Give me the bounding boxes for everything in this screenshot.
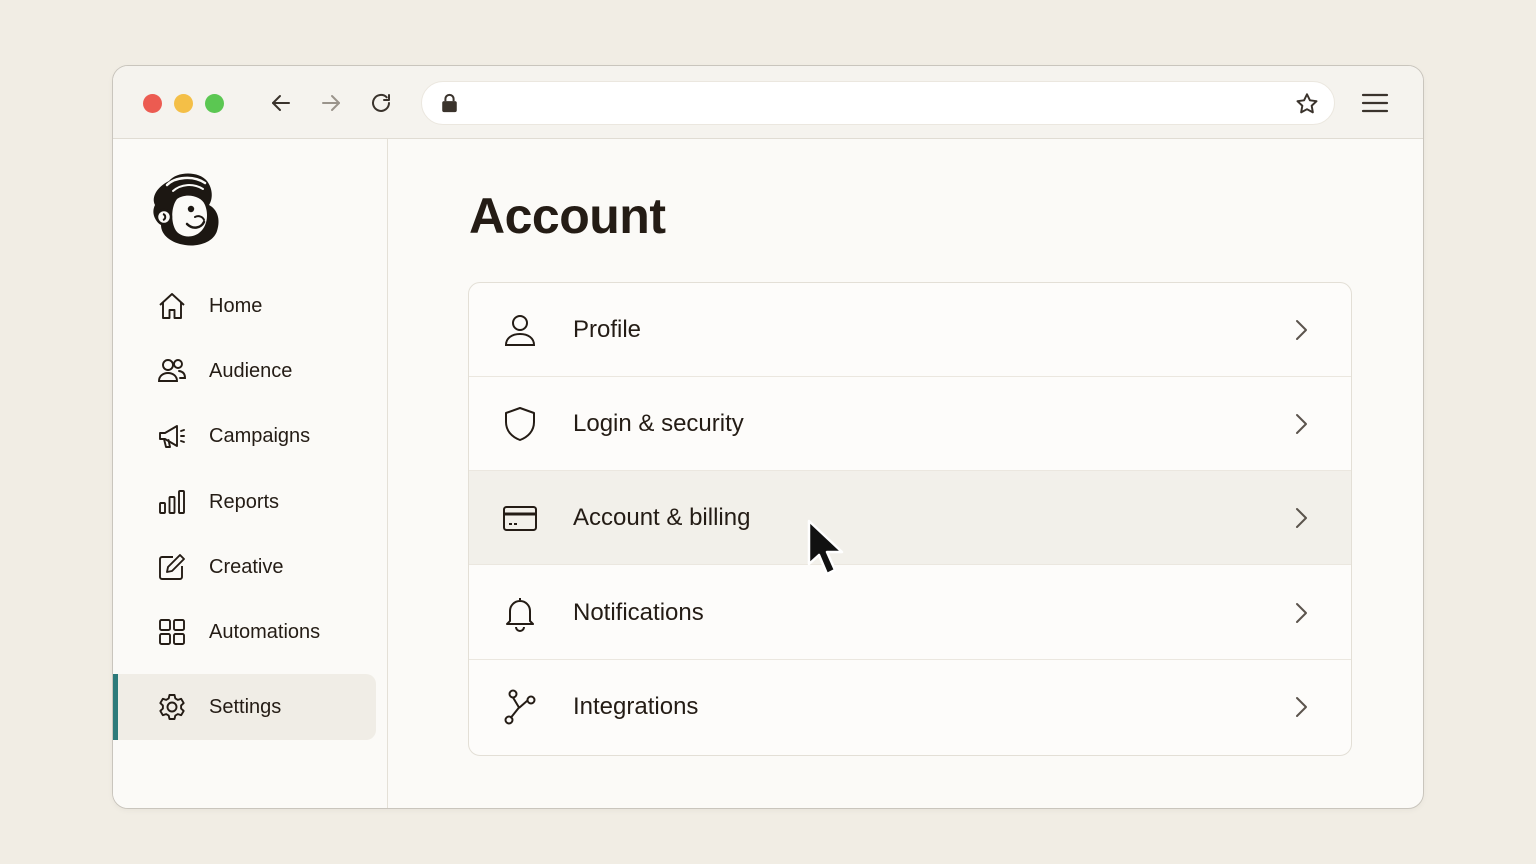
chevron-right-icon [1296, 697, 1307, 717]
shield-icon [505, 406, 535, 441]
main-content: Account Profile Login & security Account… [389, 139, 1423, 808]
sidebar-item-settings[interactable]: Settings [113, 674, 376, 740]
row-label: Integrations [573, 693, 699, 720]
row-label: Login & security [573, 409, 744, 437]
url-input[interactable] [472, 82, 1272, 124]
row-label: Account & billing [573, 503, 751, 531]
chevron-right-icon [1296, 319, 1307, 340]
home-icon [159, 293, 185, 319]
row-notifications[interactable]: Notifications [469, 566, 1351, 660]
integrations-icon [504, 689, 536, 725]
credit-card-icon [503, 505, 537, 531]
hamburger-icon[interactable] [1361, 90, 1389, 116]
back-icon [272, 95, 290, 111]
row-integrations[interactable]: Integrations [469, 660, 1351, 754]
account-settings-list: Profile Login & security Account & billi… [468, 282, 1352, 756]
sidebar-item-audience[interactable]: Audience [113, 344, 376, 398]
row-label: Notifications [573, 598, 704, 626]
forward-button[interactable] [317, 89, 345, 117]
reload-icon [372, 93, 390, 112]
bar-chart-icon [159, 490, 185, 514]
sidebar-item-automations[interactable]: Automations [113, 605, 376, 659]
sidebar-item-creative[interactable]: Creative [113, 540, 376, 594]
lock-icon [442, 93, 457, 113]
edit-icon [159, 554, 185, 580]
minimize-window-button[interactable] [174, 94, 193, 113]
sidebar-item-label: Home [209, 294, 263, 317]
gear-icon [159, 694, 185, 720]
row-account-billing[interactable]: Account & billing [469, 471, 1351, 565]
sidebar: Home Audience Campaigns Reports Creative… [113, 139, 388, 808]
browser-toolbar [113, 66, 1423, 139]
star-icon[interactable] [1294, 91, 1320, 117]
back-button[interactable] [267, 89, 295, 117]
row-label: Profile [573, 315, 642, 343]
address-bar[interactable] [421, 81, 1335, 125]
chevron-right-icon [1296, 507, 1307, 528]
audience-icon [158, 359, 186, 382]
chevron-right-icon [1296, 602, 1307, 623]
sidebar-item-label: Campaigns [209, 424, 311, 447]
chevron-right-icon [1296, 413, 1307, 434]
forward-icon [322, 95, 340, 111]
row-login-security[interactable]: Login & security [469, 377, 1351, 471]
sidebar-item-home[interactable]: Home [113, 279, 376, 333]
sidebar-item-label: Creative [209, 555, 284, 578]
sidebar-item-label: Settings [209, 695, 282, 718]
sidebar-item-reports[interactable]: Reports [113, 475, 376, 529]
bell-icon [506, 597, 534, 632]
maximize-window-button[interactable] [205, 94, 224, 113]
close-window-button[interactable] [143, 94, 162, 113]
user-icon [504, 314, 536, 346]
browser-window: Home Audience Campaigns Reports Creative… [112, 65, 1424, 809]
sidebar-item-label: Automations [209, 620, 321, 643]
page-title: Account [469, 188, 666, 244]
grid-icon [159, 619, 185, 645]
mailchimp-freddie-logo[interactable] [147, 169, 223, 247]
megaphone-icon [159, 425, 185, 448]
sidebar-item-label: Audience [209, 359, 293, 382]
row-profile[interactable]: Profile [469, 283, 1351, 377]
sidebar-item-campaigns[interactable]: Campaigns [113, 409, 376, 463]
sidebar-item-label: Reports [209, 490, 280, 513]
reload-button[interactable] [367, 89, 395, 117]
